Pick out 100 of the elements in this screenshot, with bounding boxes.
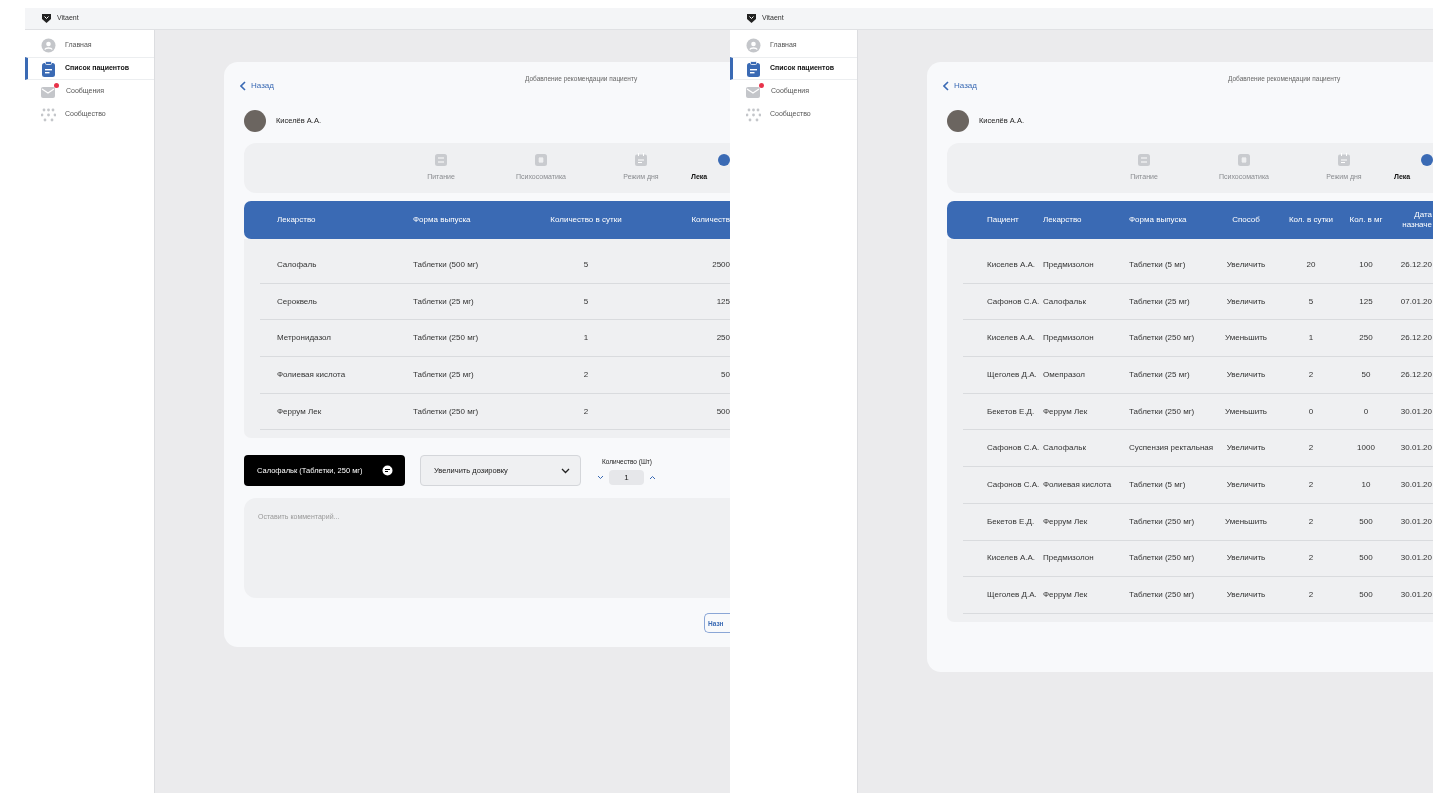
table-cell-text: Феррум Лек xyxy=(1043,405,1089,418)
table-cell-text: 2500 xyxy=(711,258,730,271)
table-cell-text: Киселев А.А. xyxy=(986,258,1037,271)
table-cell-text: 500 xyxy=(1358,589,1374,602)
table-cell-text: Сафонов С.А. xyxy=(986,478,1041,491)
table-cell-text: 250 xyxy=(715,332,730,345)
hash-icon xyxy=(535,153,547,166)
table-cell-text: Фолиевая кислота xyxy=(1043,478,1113,491)
table-cell-text: 07.01.20 xyxy=(1399,295,1432,308)
table-cell-text: Бекетов Е.Д. xyxy=(986,515,1036,528)
table-cell-text: Уменьшить xyxy=(1224,405,1268,418)
table-cell-text: Феррум Лек xyxy=(1043,515,1089,528)
list-icon xyxy=(1138,153,1150,166)
column-header: Лекарство xyxy=(1043,215,1083,225)
column-header: Форма выпуска xyxy=(413,215,472,225)
table-cell-text: 26.12.20 xyxy=(1399,258,1432,271)
table-cell-text: 100 xyxy=(1358,258,1374,271)
avatar xyxy=(947,110,969,132)
table-cell-text: Щеголев Д.А. xyxy=(986,368,1038,381)
column-header: Кол. в сутки xyxy=(1287,215,1335,225)
table-cell-text: 250 xyxy=(1358,332,1374,345)
table-cell-text: Киселев А.А. xyxy=(986,332,1037,345)
table-cell-text: Сафонов С.А. xyxy=(986,295,1041,308)
table-cell-text: Фолиевая кислота xyxy=(276,368,347,381)
table-cell-text: Сероквель xyxy=(276,295,318,308)
table-cell-text: 20 xyxy=(1305,258,1317,271)
table-cell-text: Феррум Лек xyxy=(276,405,323,418)
table-cell-text: 30.01.20 xyxy=(1399,478,1432,491)
table-cell-text: Салофаль xyxy=(276,258,318,271)
table-cell-text: 5 xyxy=(582,295,590,308)
table-cell-text: 2 xyxy=(582,368,590,381)
user-icon xyxy=(41,38,56,53)
table-cell-text: 0 xyxy=(1362,405,1370,418)
column-header: Кол. в мг xyxy=(1348,215,1384,225)
hash-icon xyxy=(1238,153,1250,166)
column-header: Способ xyxy=(1231,215,1261,225)
table-cell-text: Таблетки (250 мг) xyxy=(1129,589,1196,602)
envelope-icon xyxy=(746,84,762,99)
user-icon xyxy=(746,38,761,53)
table-cell-text: 10 xyxy=(1360,478,1372,491)
column-header: Количество в сутки xyxy=(549,215,623,225)
table-cell-text: 26.12.20 xyxy=(1399,332,1432,345)
table-cell-text: Щеголев Д.А. xyxy=(986,589,1038,602)
table-cell-text: Увеличить xyxy=(1225,442,1267,455)
table-cell-text: Таблетки (250 мг) xyxy=(413,332,480,345)
table-cell-text: Омепразол xyxy=(1043,368,1086,381)
clipboard-icon xyxy=(41,60,56,77)
back-link[interactable]: Назад xyxy=(943,80,977,92)
column-header: Лекарство xyxy=(276,215,317,225)
table-cell-text: 500 xyxy=(1358,552,1374,565)
back-link[interactable]: Назад xyxy=(240,80,274,92)
table-cell-text: 30.01.20 xyxy=(1399,589,1432,602)
table-cell: Суспензия ректальная xyxy=(1129,442,1213,455)
chevron-left-icon xyxy=(240,81,246,91)
decrease-icon[interactable] xyxy=(597,475,604,481)
chevron-down-icon xyxy=(561,467,570,474)
column-header: Пациент xyxy=(986,215,1020,225)
quantity-field[interactable]: 1 xyxy=(609,470,644,486)
clipboard-icon xyxy=(746,60,761,77)
table-cell-text: 2 xyxy=(1307,589,1315,602)
pill-icon xyxy=(1421,153,1433,166)
table-cell-text: Увеличить xyxy=(1225,478,1267,491)
table-cell-text: 1 xyxy=(582,332,590,345)
table-cell-text: Уменьшить xyxy=(1224,332,1268,345)
avatar xyxy=(244,110,266,132)
list-icon xyxy=(435,153,447,166)
table-cell-text: Сафонов С.А. xyxy=(986,442,1041,455)
calendar-icon xyxy=(635,153,647,167)
table-cell-text: Таблетки (250 мг) xyxy=(1129,552,1196,565)
column-header: Дата назначе xyxy=(1401,210,1432,230)
table-cell-text: Таблетки (25 мг) xyxy=(1129,368,1191,381)
table-cell-text: 30.01.20 xyxy=(1399,442,1432,455)
table-cell-text: Таблетки (5 мг) xyxy=(1129,478,1187,491)
table-cell-text: 125 xyxy=(715,295,730,308)
table-cell-text: Увеличить xyxy=(1225,589,1267,602)
chevron-left-icon xyxy=(943,81,949,91)
table-cell-text: Увеличить xyxy=(1225,295,1267,308)
table-cell-text: 1000 xyxy=(1356,442,1376,455)
pill-icon xyxy=(718,153,730,166)
table-cell-text: 26.12.20 xyxy=(1399,368,1432,381)
table-cell-text: Таблетки (250 мг) xyxy=(1129,332,1196,345)
table-cell-text: Салофальк xyxy=(1043,442,1087,455)
increase-icon[interactable] xyxy=(649,475,656,481)
table-cell-text: 125 xyxy=(1358,295,1374,308)
table-cell-text: Таблетки (250 мг) xyxy=(1129,405,1196,418)
table-cell-text: Увеличить xyxy=(1225,552,1267,565)
table-cell-text: 500 xyxy=(715,405,730,418)
table-cell-text: Таблетки (25 мг) xyxy=(1129,295,1191,308)
table-cell-text: 30.01.20 xyxy=(1399,405,1432,418)
calendar-icon xyxy=(1338,153,1350,167)
table-cell-text: 2 xyxy=(1307,552,1315,565)
table-cell-text: 5 xyxy=(1307,295,1315,308)
table-cell-text: 30.01.20 xyxy=(1399,552,1432,565)
table-cell-text: 50 xyxy=(720,368,730,381)
table-cell-text: 0 xyxy=(1307,405,1315,418)
table-cell-text: 50 xyxy=(1360,368,1372,381)
table-cell-text: Таблетки (250 мг) xyxy=(1129,515,1196,528)
envelope-icon xyxy=(41,84,57,99)
shield-logo-icon xyxy=(747,14,756,23)
column-header: Количеств xyxy=(690,215,730,225)
